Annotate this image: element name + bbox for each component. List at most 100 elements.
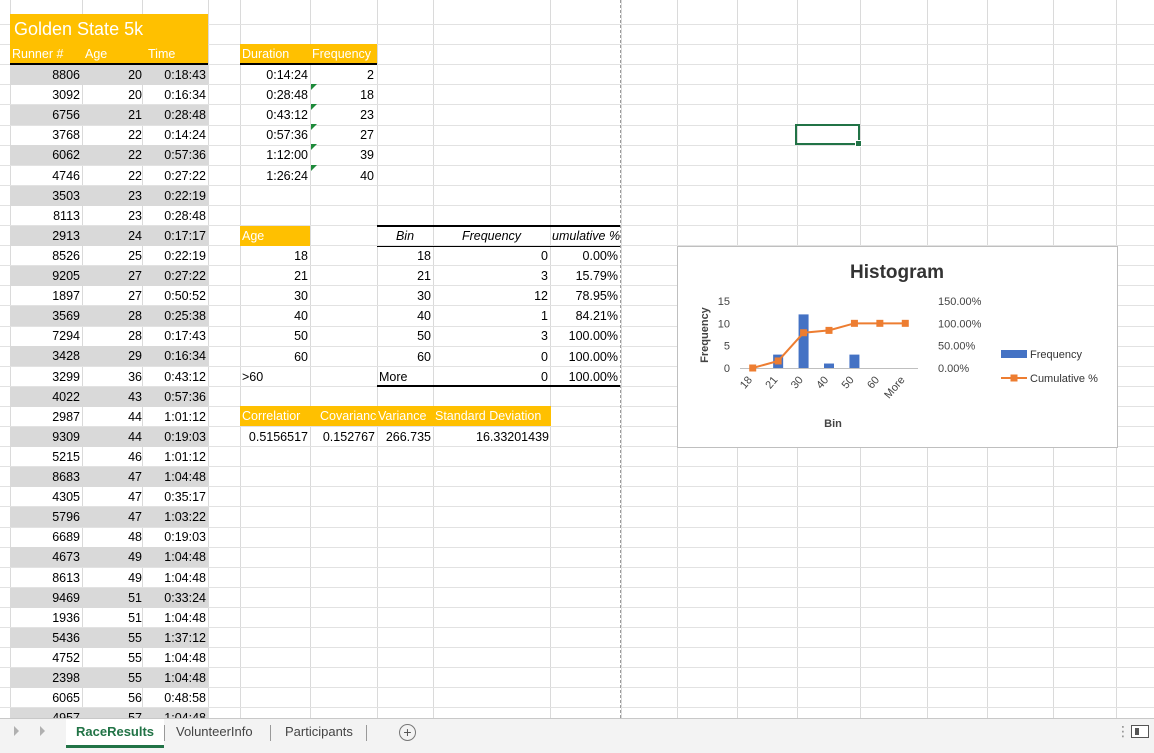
runner-age: 21 — [82, 105, 144, 125]
plus-circle-icon[interactable]: + — [399, 724, 416, 741]
legend-cumulative-marker — [1011, 375, 1018, 382]
runner-time: 0:14:24 — [142, 125, 208, 145]
runner-time: 0:17:43 — [142, 326, 208, 346]
x-tick-label: 40 — [814, 374, 831, 391]
histogram-bar — [824, 364, 834, 368]
y2-tick-label: 100.00% — [938, 318, 982, 330]
runner-number: 4673 — [10, 547, 82, 567]
selected-cell[interactable] — [795, 124, 860, 145]
runner-time: 0:28:48 — [142, 206, 208, 226]
error-indicator-icon — [311, 144, 317, 150]
duration-value: 0:14:24 — [240, 65, 310, 85]
scroll-right-icon[interactable] — [40, 726, 45, 736]
runner-number: 6062 — [10, 145, 82, 165]
runner-time: 0:16:34 — [142, 85, 208, 105]
x-axis-title: Bin — [824, 418, 842, 430]
bin-value: 18 — [377, 246, 433, 266]
runner-time: 0:28:48 — [142, 105, 208, 125]
header-bin: Bin — [377, 226, 433, 246]
age-bin-value: 18 — [240, 246, 310, 266]
runner-number: 4305 — [10, 487, 82, 507]
runner-time: 0:48:58 — [142, 688, 208, 708]
runner-time: 0:16:34 — [142, 346, 208, 366]
runner-time: 0:22:19 — [142, 246, 208, 266]
y2-tick-label: 50.00% — [938, 341, 976, 353]
header-cumulative: umulative % — [550, 226, 621, 246]
runner-time: 0:57:36 — [142, 387, 208, 407]
runner-age: 22 — [82, 145, 144, 165]
runner-time: 1:37:12 — [142, 628, 208, 648]
runner-age: 56 — [82, 688, 144, 708]
runner-age: 24 — [82, 226, 144, 246]
runner-number: 2987 — [10, 407, 82, 427]
stat-correlation: 0.5156517 — [240, 427, 310, 447]
header-duration: Duration — [240, 44, 310, 64]
duration-value: 0:57:36 — [240, 125, 310, 145]
runner-age: 22 — [82, 125, 144, 145]
runner-time: 0:43:12 — [142, 367, 208, 387]
runner-number: 5436 — [10, 628, 82, 648]
runner-time: 0:33:24 — [142, 588, 208, 608]
page-break-line — [620, 0, 621, 718]
y-tick-label: 10 — [718, 318, 730, 330]
runner-number: 4752 — [10, 648, 82, 668]
runner-number: 8683 — [10, 467, 82, 487]
age-bin-value: 21 — [240, 266, 310, 286]
cumulative-point — [749, 365, 756, 372]
runner-age: 51 — [82, 608, 144, 628]
runner-age: 46 — [82, 447, 144, 467]
legend-frequency-swatch — [1001, 350, 1027, 358]
runner-number: 6689 — [10, 527, 82, 547]
tab-raceresults[interactable]: RaceResults — [66, 719, 164, 748]
cumulative-point — [851, 320, 858, 327]
tab-separator — [270, 725, 271, 741]
runner-number: 8613 — [10, 568, 82, 588]
runner-number: 3569 — [10, 306, 82, 326]
y2-tick-label: 0.00% — [938, 363, 969, 375]
error-indicator-icon — [311, 84, 317, 90]
runner-number: 2398 — [10, 668, 82, 688]
scroll-left-icon[interactable] — [14, 726, 19, 736]
stat-covariance: 0.152767 — [310, 427, 377, 447]
runner-number: 1936 — [10, 608, 82, 628]
header-bin-frequency: Frequency — [433, 226, 550, 246]
runner-age: 55 — [82, 668, 144, 688]
header-age: Age — [82, 44, 142, 64]
runner-age: 48 — [82, 527, 144, 547]
runner-age: 49 — [82, 547, 144, 567]
tab-volunteerinfo[interactable]: VolunteerInfo — [166, 719, 263, 745]
runner-number: 7294 — [10, 326, 82, 346]
histogram-bar — [799, 314, 809, 368]
runner-age: 27 — [82, 266, 144, 286]
sheet-tab-bar: RaceResults VolunteerInfo Participants +… — [0, 718, 1154, 753]
tab-separator — [366, 725, 367, 741]
error-indicator-icon — [311, 165, 317, 171]
bin-frequency: 3 — [433, 266, 550, 286]
histogram-chart[interactable]: Histogram0510150.00%50.00%100.00%150.00%… — [677, 246, 1118, 448]
runner-number: 3503 — [10, 186, 82, 206]
runner-time: 0:25:38 — [142, 306, 208, 326]
more-options-icon[interactable]: ⋮ — [1116, 723, 1130, 740]
bin-cumulative: 100.00% — [550, 367, 621, 387]
worksheet-grid[interactable]: Golden State 5k Runner # Age Time 880620… — [0, 0, 1154, 718]
runner-age: 51 — [82, 588, 144, 608]
runner-time: 0:19:03 — [142, 427, 208, 447]
bin-value: 60 — [377, 347, 433, 367]
header-duration-frequency: Frequency — [310, 44, 377, 64]
age-bin-value: 50 — [240, 326, 310, 346]
bin-value: 30 — [377, 286, 433, 306]
cumulative-point — [775, 357, 782, 364]
scrollbar-icon[interactable] — [1131, 725, 1149, 738]
bin-frequency: 0 — [433, 347, 550, 367]
runner-age: 29 — [82, 346, 144, 366]
runner-number: 1897 — [10, 286, 82, 306]
runner-age: 36 — [82, 367, 144, 387]
tab-participants[interactable]: Participants — [275, 719, 363, 745]
cumulative-point — [826, 327, 833, 334]
header-correlation: Correlatior — [240, 406, 310, 426]
header-runner: Runner # — [10, 44, 82, 64]
runner-number: 3428 — [10, 346, 82, 366]
tab-separator — [164, 725, 165, 741]
runner-time: 0:17:17 — [142, 226, 208, 246]
legend-frequency-label: Frequency — [1030, 349, 1082, 361]
